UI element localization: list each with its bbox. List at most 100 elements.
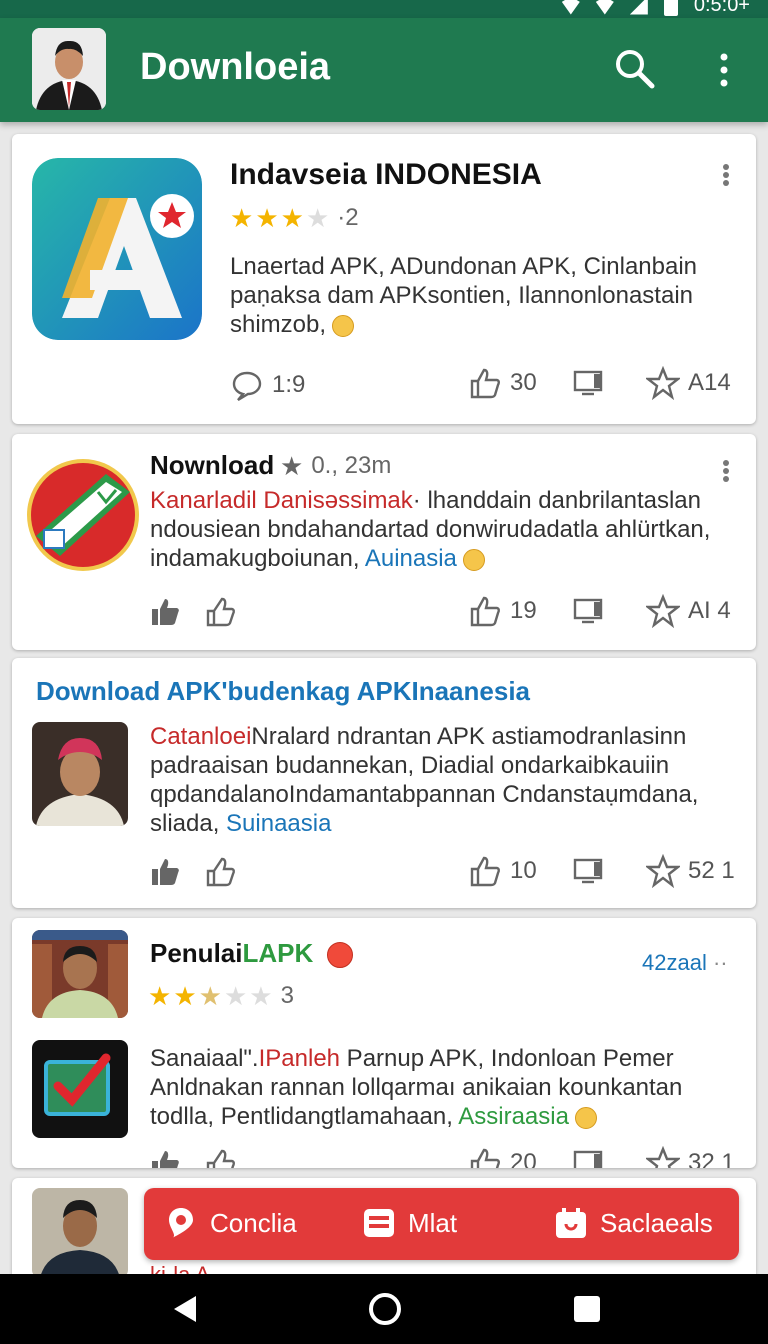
rating-info: ★ 0., 23m <box>280 452 391 480</box>
list-action-button[interactable]: Mlat <box>362 1206 457 1240</box>
dislike-button[interactable] <box>204 1146 238 1168</box>
status-time: 0:5:0+ <box>693 0 750 16</box>
app-icon-image <box>26 456 140 574</box>
thumbs-up-icon <box>470 856 500 887</box>
star-outline-icon <box>646 1146 680 1168</box>
comment-icon <box>232 371 262 402</box>
thumbs-outline-icon <box>206 857 235 887</box>
schedule-action-button[interactable]: Saclaeals <box>554 1206 713 1240</box>
share-button[interactable] <box>572 594 606 628</box>
rating-value: 3 <box>280 982 294 1009</box>
thumbs-up-filled-icon <box>152 1151 179 1168</box>
like-count-button[interactable]: 10 <box>468 854 537 888</box>
app-icon-image <box>32 158 202 340</box>
star-icon: ★ <box>148 981 172 1011</box>
favorite-button[interactable]: A14 <box>646 366 731 400</box>
app-card[interactable]: PenulaiLAPK 42zaal ·· ★ ★ ★ ★ ★ 3 Sanaia… <box>12 918 756 1168</box>
favorite-button[interactable]: 52 1 <box>646 854 735 888</box>
app-card[interactable]: Indavseia INDONESIA ★ ★ ★ ★ ·2 Lnaertad … <box>12 134 756 424</box>
location-action-button[interactable]: Conclia <box>164 1206 297 1240</box>
more-vert-icon <box>720 53 728 87</box>
rating-value: ·2 <box>337 204 359 231</box>
nav-recents-button[interactable] <box>572 1294 602 1329</box>
bottom-action-bar: Conclia Mlat Saclaeals <box>144 1188 739 1260</box>
screen-share-icon <box>573 370 603 396</box>
like-button[interactable] <box>148 854 182 888</box>
screen-share-icon <box>573 1150 603 1168</box>
smile-emoji-icon <box>574 1106 597 1129</box>
thumbs-up-icon <box>470 1148 500 1168</box>
status-icons: 0:5:0+ <box>561 0 750 17</box>
share-button[interactable] <box>572 366 606 400</box>
heart-eyes-emoji-icon <box>326 942 353 969</box>
location-pin-icon <box>169 1208 193 1238</box>
card-menu-button[interactable] <box>720 458 732 484</box>
app-title-text[interactable]: Nownload <box>150 450 274 481</box>
like-button[interactable]: 30 <box>468 366 537 400</box>
star-half-icon: ★ <box>198 981 222 1011</box>
smile-emoji-icon <box>462 548 485 571</box>
star-icon: ★ <box>255 203 279 233</box>
section-header[interactable]: Download APK'budenkag APKInaanesia <box>36 676 530 707</box>
screen-share-icon <box>573 598 603 624</box>
comment-button[interactable]: 1:9 <box>230 368 305 402</box>
star-icon: ★ <box>223 981 248 1011</box>
app-title-text[interactable]: PenulaiLAPK <box>150 938 353 969</box>
status-bar: 0:5:0+ <box>0 0 768 18</box>
star-icon: ★ <box>230 203 254 233</box>
search-icon <box>616 50 655 89</box>
battery-icon <box>663 0 678 16</box>
like-count-button[interactable]: 19 <box>468 594 537 628</box>
rating-stars: ★ ★ ★ ★ ★ 3 <box>148 982 294 1010</box>
calendar-icon <box>556 1208 586 1238</box>
post-timestamp: 42zaal ·· <box>642 950 728 975</box>
share-button[interactable] <box>572 1146 606 1168</box>
system-nav-bar <box>0 1274 768 1344</box>
list-icon <box>364 1209 394 1237</box>
star-outline-icon <box>646 366 680 400</box>
rating-value: 0., 23m <box>311 452 392 479</box>
app-description: Kanarladil Danisəssimak· lhanddain danbr… <box>150 487 711 572</box>
data-icon <box>595 0 614 15</box>
app-card[interactable]: Download APK'budenkag APKInaanesia Catan… <box>12 658 756 908</box>
home-icon <box>369 1293 401 1325</box>
like-count-button[interactable]: 20 <box>468 1146 537 1168</box>
like-button[interactable] <box>148 594 182 628</box>
dislike-button[interactable] <box>204 594 238 628</box>
star-icon: ★ <box>173 981 197 1011</box>
user-photo <box>32 1188 128 1278</box>
app-description: Lnaertad APK, ADundonan APK, Cinlanbain … <box>230 253 698 338</box>
nav-home-button[interactable] <box>368 1292 402 1331</box>
smile-emoji-icon <box>332 314 355 337</box>
share-button[interactable] <box>572 854 606 888</box>
recents-icon <box>574 1296 600 1322</box>
app-description: Sanaiaal".IPanleh Parnup APK, Indonloan … <box>150 1045 683 1130</box>
like-button[interactable] <box>148 1146 182 1168</box>
favorite-button[interactable]: 32 1 <box>646 1146 735 1168</box>
star-icon: ★ <box>305 203 330 233</box>
app-title-text[interactable]: Indavseia INDONESIA <box>230 158 542 192</box>
star-icon: ★ <box>249 981 273 1011</box>
card-menu-button[interactable] <box>720 162 732 188</box>
thumbs-up-filled-icon <box>152 599 179 625</box>
profile-avatar[interactable] <box>32 28 106 110</box>
overflow-menu-button[interactable] <box>712 50 736 90</box>
wifi-icon <box>561 0 580 15</box>
rating-stars: ★ ★ ★ ★ ·2 <box>230 204 359 232</box>
thumbs-outline-icon <box>206 597 235 627</box>
signal-icon <box>629 0 648 15</box>
dislike-button[interactable] <box>204 854 238 888</box>
favorite-button[interactable]: AI 4 <box>646 594 731 628</box>
star-icon: ★ <box>280 451 304 481</box>
screen-share-icon <box>573 858 603 884</box>
app-card[interactable]: Nownload ★ 0., 23m Kanarladil Danisəssim… <box>12 434 756 650</box>
app-bar: Downloeia <box>0 18 768 122</box>
search-button[interactable] <box>612 46 656 90</box>
star-outline-icon <box>646 854 680 888</box>
star-outline-icon <box>646 594 680 628</box>
star-icon: ★ <box>280 203 304 233</box>
thumbs-up-icon <box>470 596 500 627</box>
thumbs-up-filled-icon <box>152 859 179 885</box>
nav-back-button[interactable] <box>172 1294 198 1329</box>
thumbs-outline-icon <box>206 1149 235 1168</box>
